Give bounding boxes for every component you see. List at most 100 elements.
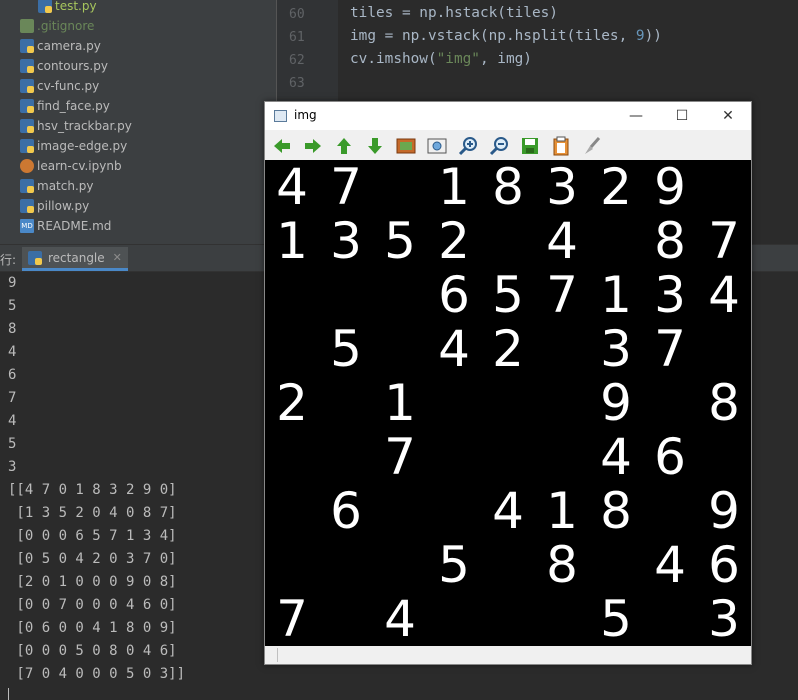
console-line: 4 [8, 413, 17, 429]
digit-tile: 3 [600, 320, 632, 378]
file-item[interactable]: learn-cv.ipynb [20, 156, 122, 176]
arrow-left-icon[interactable] [271, 135, 293, 157]
console-line: [0 5 0 4 2 0 3 7 0] [8, 551, 177, 567]
console-line: [[4 7 0 1 8 3 2 9 0] [8, 482, 177, 498]
file-name: README.md [37, 219, 112, 233]
file-name: learn-cv.ipynb [37, 159, 122, 173]
file-item[interactable]: find_face.py [20, 96, 110, 116]
digit-tile: 2 [438, 212, 470, 270]
image-canvas[interactable]: 4718329135248765713454237219874664189584… [265, 160, 751, 646]
console-line: 3 [8, 459, 17, 475]
digit-tile: 8 [654, 212, 686, 270]
arrow-up-icon[interactable] [333, 135, 355, 157]
digit-tile: 5 [384, 212, 416, 270]
close-icon[interactable]: ✕ [113, 251, 122, 264]
tab-rectangle[interactable]: rectangle ✕ [22, 247, 128, 271]
console-line: [0 0 0 6 5 7 1 3 4] [8, 528, 177, 544]
file-item[interactable]: match.py [20, 176, 93, 196]
console-line: 8 [8, 321, 17, 337]
digit-tile: 6 [654, 428, 686, 486]
close-button[interactable]: ✕ [705, 102, 751, 130]
file-name: test.py [55, 0, 97, 13]
status-bar [265, 646, 751, 664]
digit-tile: 4 [708, 266, 740, 324]
markdown-file-icon: MD [20, 219, 34, 233]
file-item[interactable]: image-edge.py [20, 136, 127, 156]
zoom-fit-icon[interactable] [426, 135, 448, 157]
console-line: 7 [8, 390, 17, 406]
file-item[interactable]: camera.py [20, 36, 101, 56]
digit-tile: 7 [330, 158, 362, 216]
console-line: 6 [8, 367, 17, 383]
digit-tile: 9 [708, 482, 740, 540]
digit-tile: 7 [384, 428, 416, 486]
console-line: [7 0 4 0 0 0 5 0 3]] [8, 666, 186, 682]
digit-tile: 5 [492, 266, 524, 324]
digit-tile: 4 [654, 536, 686, 594]
file-name: cv-func.py [37, 79, 100, 93]
digit-tile: 5 [438, 536, 470, 594]
arrow-down-icon[interactable] [364, 135, 386, 157]
file-item[interactable]: .gitignore [20, 16, 94, 36]
python-file-icon [20, 199, 34, 213]
brush-icon[interactable] [581, 135, 603, 157]
digit-tile: 4 [384, 590, 416, 648]
digit-tile: 8 [600, 482, 632, 540]
console-line: 5 [8, 298, 17, 314]
line-number: 60 [289, 7, 305, 22]
digit-tile: 3 [330, 212, 362, 270]
file-item[interactable]: cv-func.py [20, 76, 99, 96]
window-titlebar[interactable]: img — ☐ ✕ [265, 102, 751, 130]
console-cursor [8, 688, 9, 700]
zoom-out-icon[interactable] [488, 135, 510, 157]
python-file-icon [20, 79, 34, 93]
digit-tile: 8 [492, 158, 524, 216]
python-file-icon [20, 59, 34, 73]
notebook-file-icon [20, 159, 34, 173]
window-app-icon [274, 110, 287, 122]
console-line: [0 0 7 0 0 0 4 6 0] [8, 597, 177, 613]
file-item[interactable]: test.py [38, 0, 97, 16]
console-line: [0 0 0 5 0 8 0 4 6] [8, 643, 177, 659]
line-number: 63 [289, 76, 305, 91]
digit-tile: 1 [276, 212, 308, 270]
python-file-icon [20, 139, 34, 153]
image-toolbar [265, 130, 751, 160]
digit-tile: 7 [708, 212, 740, 270]
save-icon[interactable] [519, 135, 541, 157]
arrow-right-icon[interactable] [302, 135, 324, 157]
python-file-icon [20, 99, 34, 113]
digit-tile: 3 [546, 158, 578, 216]
image-icon[interactable] [395, 135, 417, 157]
digit-tile: 3 [654, 266, 686, 324]
python-file-icon [20, 39, 34, 53]
maximize-button[interactable]: ☐ [659, 102, 705, 130]
minimize-button[interactable]: — [613, 102, 659, 130]
digit-tile: 9 [600, 374, 632, 432]
digit-tile: 7 [546, 266, 578, 324]
digit-tile: 9 [654, 158, 686, 216]
img-window[interactable]: img — ☐ ✕ 471832913524876571345423721987… [264, 101, 752, 665]
digit-tile: 6 [330, 482, 362, 540]
digit-tile: 8 [546, 536, 578, 594]
file-item[interactable]: contours.py [20, 56, 108, 76]
file-item[interactable]: MD README.md [20, 216, 111, 236]
digit-tile: 4 [546, 212, 578, 270]
digit-tile: 1 [438, 158, 470, 216]
digit-tile: 1 [384, 374, 416, 432]
digit-tile: 5 [330, 320, 362, 378]
line-number: 61 [289, 30, 305, 45]
python-file-icon [20, 179, 34, 193]
digit-tile: 4 [276, 158, 308, 216]
file-name: pillow.py [37, 199, 90, 213]
file-name: contours.py [37, 59, 108, 73]
digit-tile: 2 [600, 158, 632, 216]
copy-icon[interactable] [550, 135, 572, 157]
digit-tile: 4 [492, 482, 524, 540]
file-name: camera.py [37, 39, 101, 53]
file-item[interactable]: hsv_trackbar.py [20, 116, 132, 136]
zoom-in-icon[interactable] [457, 135, 479, 157]
line-number: 62 [289, 53, 305, 68]
file-item[interactable]: pillow.py [20, 196, 89, 216]
digit-tile: 1 [546, 482, 578, 540]
